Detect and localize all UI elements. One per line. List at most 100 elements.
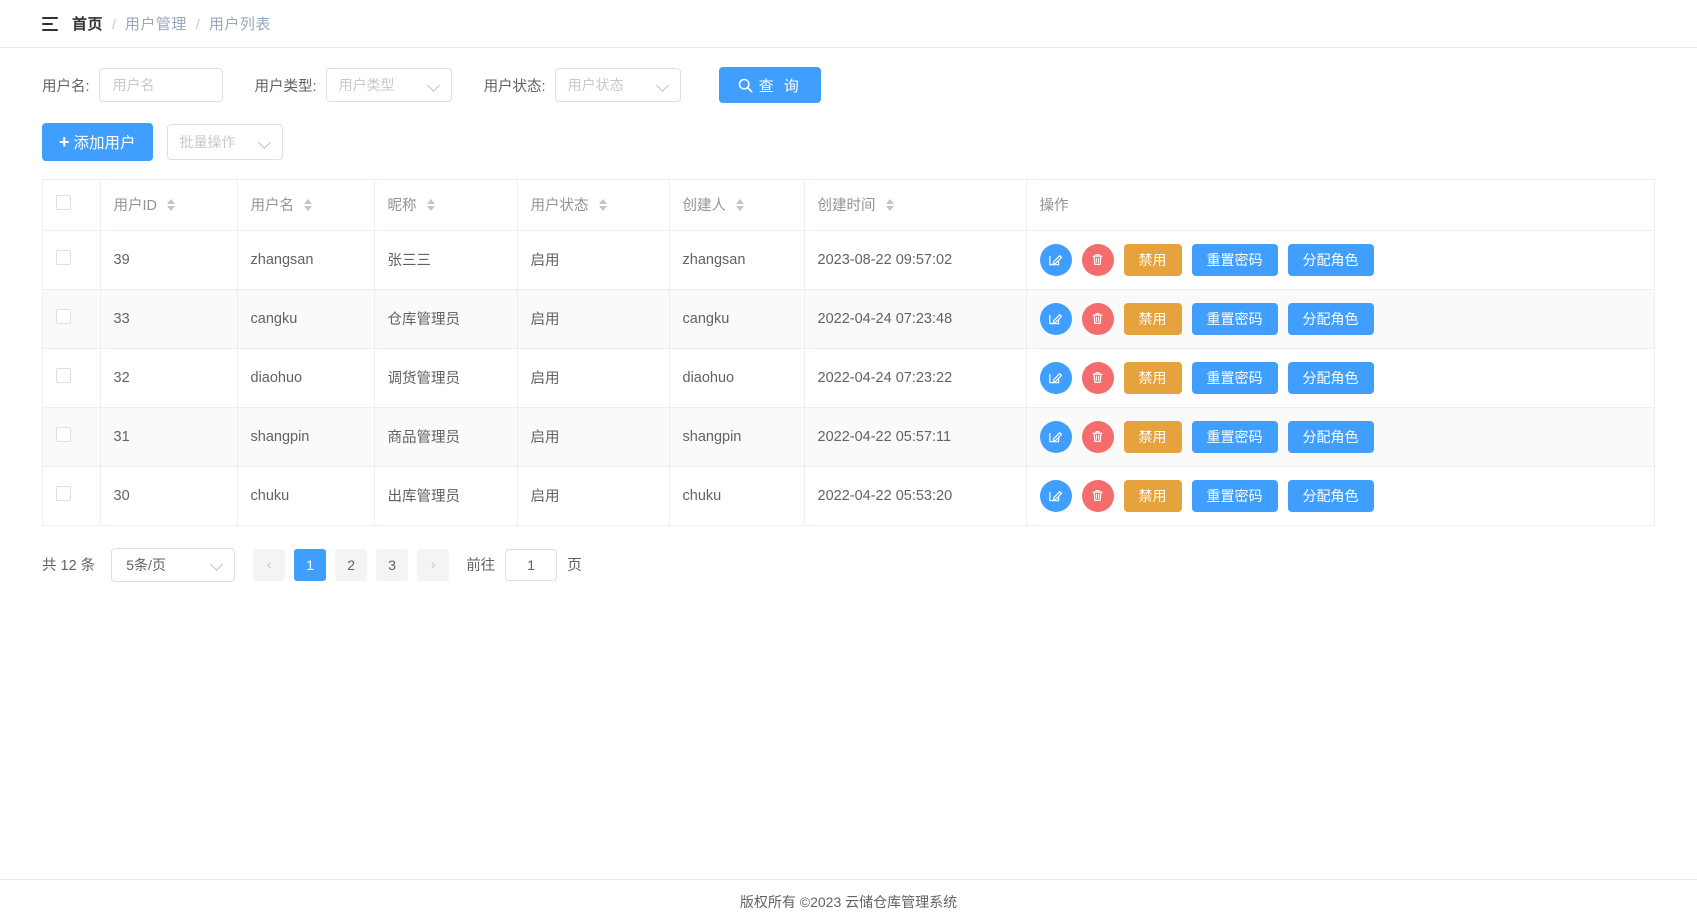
filter-userstate-label: 用户状态: xyxy=(483,78,546,95)
hamburger-icon[interactable] xyxy=(42,16,58,31)
reset-password-button[interactable]: 重置密码 xyxy=(1191,479,1278,512)
sort-icon[interactable] xyxy=(304,199,313,212)
table-body: 39 zhangsan 张三三 启用 zhangsan 2023-08-22 09:57:… xyxy=(43,230,1654,526)
row-checkbox[interactable] xyxy=(56,486,71,501)
header-username[interactable]: 用户名 xyxy=(237,180,375,231)
edit-icon xyxy=(1049,255,1063,266)
reset-password-button[interactable]: 重置密码 xyxy=(1191,243,1278,276)
disable-user-button[interactable]: 禁用 xyxy=(1123,420,1182,453)
reset-password-button[interactable]: 重置密码 xyxy=(1191,302,1278,335)
cell-username: chuku xyxy=(237,466,375,526)
delete-row-button[interactable] xyxy=(1081,361,1114,394)
chevron-down-icon xyxy=(428,79,441,92)
breadcrumb-bar: 首页 / 用户管理 / 用户列表 xyxy=(0,0,1697,48)
header-created-time[interactable]: 创建时间 xyxy=(804,180,1027,231)
delete-row-button[interactable] xyxy=(1081,302,1114,335)
disable-user-button[interactable]: 禁用 xyxy=(1123,361,1182,394)
trash-icon xyxy=(1092,313,1103,324)
page-button-2[interactable]: 2 xyxy=(335,548,368,581)
sort-icon[interactable] xyxy=(885,199,894,212)
cell-user-state: 启用 xyxy=(517,230,670,290)
query-button-label: 查 询 xyxy=(758,77,802,95)
jump-page-input[interactable] xyxy=(505,548,558,581)
usertype-select[interactable]: 用户类型 xyxy=(325,68,452,102)
trash-icon xyxy=(1092,490,1103,501)
delete-row-button[interactable] xyxy=(1081,243,1114,276)
edit-row-button[interactable] xyxy=(1039,243,1072,276)
assign-role-button[interactable]: 分配角色 xyxy=(1287,479,1374,512)
header-user-state[interactable]: 用户状态 xyxy=(517,180,670,231)
user-table: 用户ID 用户名 昵称 用户状态 创建人 创建时间 操作 39 zhangsan… xyxy=(42,179,1655,526)
page-button-1[interactable]: 1 xyxy=(294,548,327,581)
header-select-all xyxy=(43,180,101,231)
footer: 版权所有 ©2023 云储仓库管理系统 xyxy=(0,879,1697,923)
header-operations: 操作 xyxy=(1026,180,1654,231)
reset-password-button[interactable]: 重置密码 xyxy=(1191,361,1278,394)
row-checkbox[interactable] xyxy=(56,427,71,442)
add-user-button[interactable]: + 添加用户 xyxy=(42,123,153,161)
table-row: 39 zhangsan 张三三 启用 zhangsan 2023-08-22 09:57:… xyxy=(43,230,1654,290)
prev-page-button[interactable]: ‹ xyxy=(253,548,286,581)
header-user-state-label: 用户状态 xyxy=(530,198,589,215)
header-username-label: 用户名 xyxy=(250,198,295,215)
page-size-select[interactable]: 5条/页 xyxy=(111,547,236,582)
table-row: 31 shangpin 商品管理员 启用 shangpin 2022-04-22 05:5… xyxy=(43,407,1654,467)
assign-role-button[interactable]: 分配角色 xyxy=(1287,420,1374,453)
header-nickname[interactable]: 昵称 xyxy=(374,180,518,231)
breadcrumb-item-user-list[interactable]: 用户列表 xyxy=(209,13,271,34)
sort-icon[interactable] xyxy=(426,199,435,212)
app-root: 首页 / 用户管理 / 用户列表 用户名: 用户类型: 用户类型 用户状 xyxy=(0,0,1697,923)
disable-user-button[interactable]: 禁用 xyxy=(1123,243,1182,276)
add-user-label: 添加用户 xyxy=(73,135,136,152)
edit-row-button[interactable] xyxy=(1039,361,1072,394)
cell-user-id: 32 xyxy=(100,348,238,408)
assign-role-button[interactable]: 分配角色 xyxy=(1287,361,1374,394)
assign-role-button[interactable]: 分配角色 xyxy=(1287,302,1374,335)
sort-icon[interactable] xyxy=(598,199,607,212)
cell-user-id: 33 xyxy=(100,289,238,349)
sort-icon[interactable] xyxy=(167,199,176,212)
assign-role-button[interactable]: 分配角色 xyxy=(1287,243,1374,276)
edit-row-button[interactable] xyxy=(1039,302,1072,335)
breadcrumb-item-user-management[interactable]: 用户管理 xyxy=(125,13,187,34)
edit-row-button[interactable] xyxy=(1039,479,1072,512)
sort-icon[interactable] xyxy=(736,199,745,212)
query-button[interactable]: 查 询 xyxy=(718,67,821,103)
header-user-id[interactable]: 用户ID xyxy=(100,180,238,231)
disable-user-button[interactable]: 禁用 xyxy=(1123,302,1182,335)
cell-username: shangpin xyxy=(237,407,375,467)
row-checkbox[interactable] xyxy=(56,250,71,265)
header-creator-label: 创建人 xyxy=(682,198,727,215)
page-button-3[interactable]: 3 xyxy=(376,548,409,581)
table-row: 32 diaohuo 调货管理员 启用 diaohuo 2022-04-24 07:23:… xyxy=(43,348,1654,408)
row-checkbox-cell xyxy=(43,466,101,526)
reset-password-button[interactable]: 重置密码 xyxy=(1191,420,1278,453)
search-input-wrapper[interactable] xyxy=(98,68,223,102)
username-input[interactable] xyxy=(110,76,211,94)
header-created-time-label: 创建时间 xyxy=(817,198,876,215)
userstate-select[interactable]: 用户状态 xyxy=(554,68,681,102)
delete-row-button[interactable] xyxy=(1081,479,1114,512)
breadcrumb-separator: / xyxy=(195,15,200,32)
chevron-down-icon xyxy=(211,558,224,571)
delete-row-button[interactable] xyxy=(1081,420,1114,453)
chevron-down-icon xyxy=(259,136,272,149)
filter-username-label: 用户名: xyxy=(42,78,90,95)
row-action-group: 禁用 重置密码 分配角色 xyxy=(1039,479,1642,512)
cell-operations: 禁用 重置密码 分配角色 xyxy=(1026,230,1654,290)
row-checkbox[interactable] xyxy=(56,309,71,324)
row-action-group: 禁用 重置密码 分配角色 xyxy=(1039,302,1642,335)
breadcrumb-item-home[interactable]: 首页 xyxy=(72,13,103,34)
cell-created-time: 2022-04-22 05:57:11 xyxy=(804,407,1027,467)
disable-user-button[interactable]: 禁用 xyxy=(1123,479,1182,512)
next-page-button[interactable]: › xyxy=(417,548,450,581)
edit-row-button[interactable] xyxy=(1039,420,1072,453)
cell-creator: cangku xyxy=(669,289,805,349)
header-creator[interactable]: 创建人 xyxy=(669,180,805,231)
row-checkbox[interactable] xyxy=(56,368,71,383)
copyright-text: 版权所有 ©2023 云储仓库管理系统 xyxy=(739,893,958,910)
cell-user-state: 启用 xyxy=(517,289,670,349)
table-header-row: 用户ID 用户名 昵称 用户状态 创建人 创建时间 操作 xyxy=(43,180,1654,231)
select-all-checkbox[interactable] xyxy=(56,195,71,211)
batch-operation-select[interactable]: 批量操作 xyxy=(166,124,283,160)
